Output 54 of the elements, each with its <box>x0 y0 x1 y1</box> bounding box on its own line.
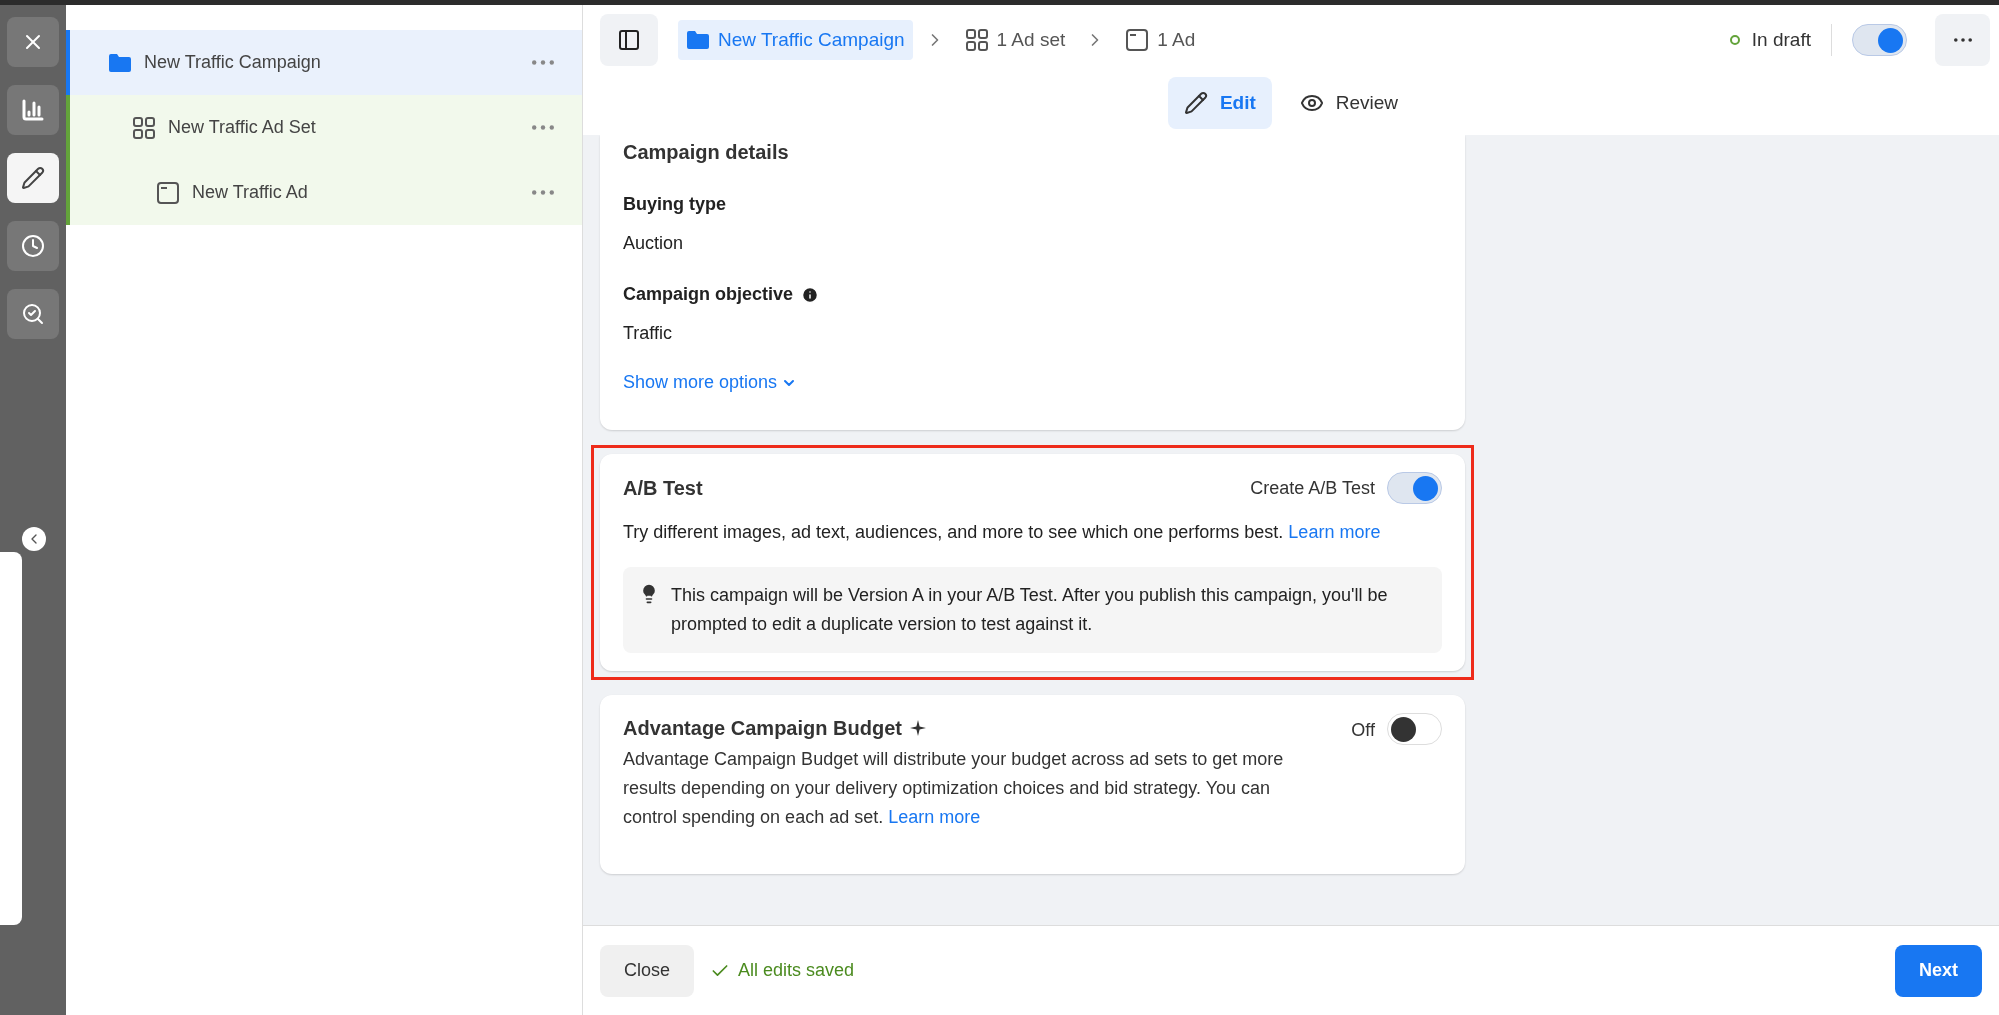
toggle-label: Off <box>1351 719 1375 742</box>
breadcrumb-item[interactable]: 1 Ad <box>1117 20 1204 60</box>
sparkle-icon <box>909 720 926 736</box>
section-title: Advantage Campaign Budget <box>623 716 902 741</box>
rail-button[interactable] <box>7 289 59 339</box>
rail-button[interactable] <box>7 153 59 203</box>
mode-tab[interactable]: Edit <box>1167 77 1272 129</box>
grid-icon <box>964 28 989 52</box>
section-title: A/B Test <box>623 476 703 501</box>
field-value: Traffic <box>623 322 673 345</box>
breadcrumb-item[interactable]: 1 Ad set <box>956 20 1074 60</box>
section-description: Advantage Campaign Budget will distribute your budget across ad sets to get more results depending on your delivery optimization choices and bid strategy. You can control spending on each ad set. Learn more <box>623 748 1285 829</box>
rail-button[interactable] <box>7 221 59 271</box>
rail-button[interactable] <box>7 17 59 67</box>
pencil-icon <box>21 166 45 190</box>
more-icon[interactable] <box>532 125 554 130</box>
section-description: Try different images, ad text, audiences, and more to see which one performs best. Learn more <box>623 521 1382 544</box>
section-title: Campaign details <box>623 140 790 165</box>
mode-tab[interactable]: Review <box>1283 77 1415 129</box>
show-more-link[interactable]: Show more options <box>623 369 798 396</box>
folder-icon <box>686 28 710 52</box>
status-label: In draft <box>1751 27 1811 52</box>
search-icon <box>21 302 45 326</box>
rail-button[interactable] <box>7 85 59 135</box>
toggle-switch[interactable] <box>1387 472 1442 504</box>
tree-item[interactable]: New Traffic Ad Set <box>66 95 582 160</box>
collapse-button[interactable] <box>22 527 46 551</box>
grid-icon <box>132 115 156 140</box>
learn-more-link[interactable]: Learn more <box>1288 522 1381 542</box>
close-button[interactable]: Close <box>600 944 695 997</box>
save-status: All edits saved <box>738 959 855 982</box>
panel-toggle-button[interactable] <box>600 14 658 66</box>
tip-text: This campaign will be Version A in your A/B Test. After you publish this campaign, you'll be prompted to edit a duplicate version to test against it. <box>671 584 1389 636</box>
more-icon <box>1953 38 1972 42</box>
info-icon <box>801 285 820 304</box>
pencil-icon <box>1183 91 1208 115</box>
field-label: Buying type <box>623 193 726 216</box>
bar-chart-icon <box>21 98 45 122</box>
sidebar-icon <box>617 28 641 52</box>
tree-item[interactable]: New Traffic Ad <box>66 160 582 225</box>
toggle-switch[interactable] <box>1852 24 1907 56</box>
clock-icon <box>21 234 45 258</box>
learn-more-link[interactable]: Learn more <box>888 807 981 827</box>
tree-item[interactable]: New Traffic Campaign <box>66 30 582 95</box>
window-icon <box>156 180 180 205</box>
more-icon[interactable] <box>532 60 554 65</box>
field-label: Campaign objective <box>623 283 794 306</box>
window-icon <box>1125 28 1150 52</box>
toggle-label: Create A/B Test <box>1250 476 1375 500</box>
toggle-switch[interactable] <box>1387 713 1442 745</box>
breadcrumb-item[interactable]: New Traffic Campaign <box>678 20 913 60</box>
more-icon[interactable] <box>532 190 554 195</box>
next-button[interactable]: Next <box>1895 944 1982 997</box>
field-value: Auction <box>623 232 685 255</box>
